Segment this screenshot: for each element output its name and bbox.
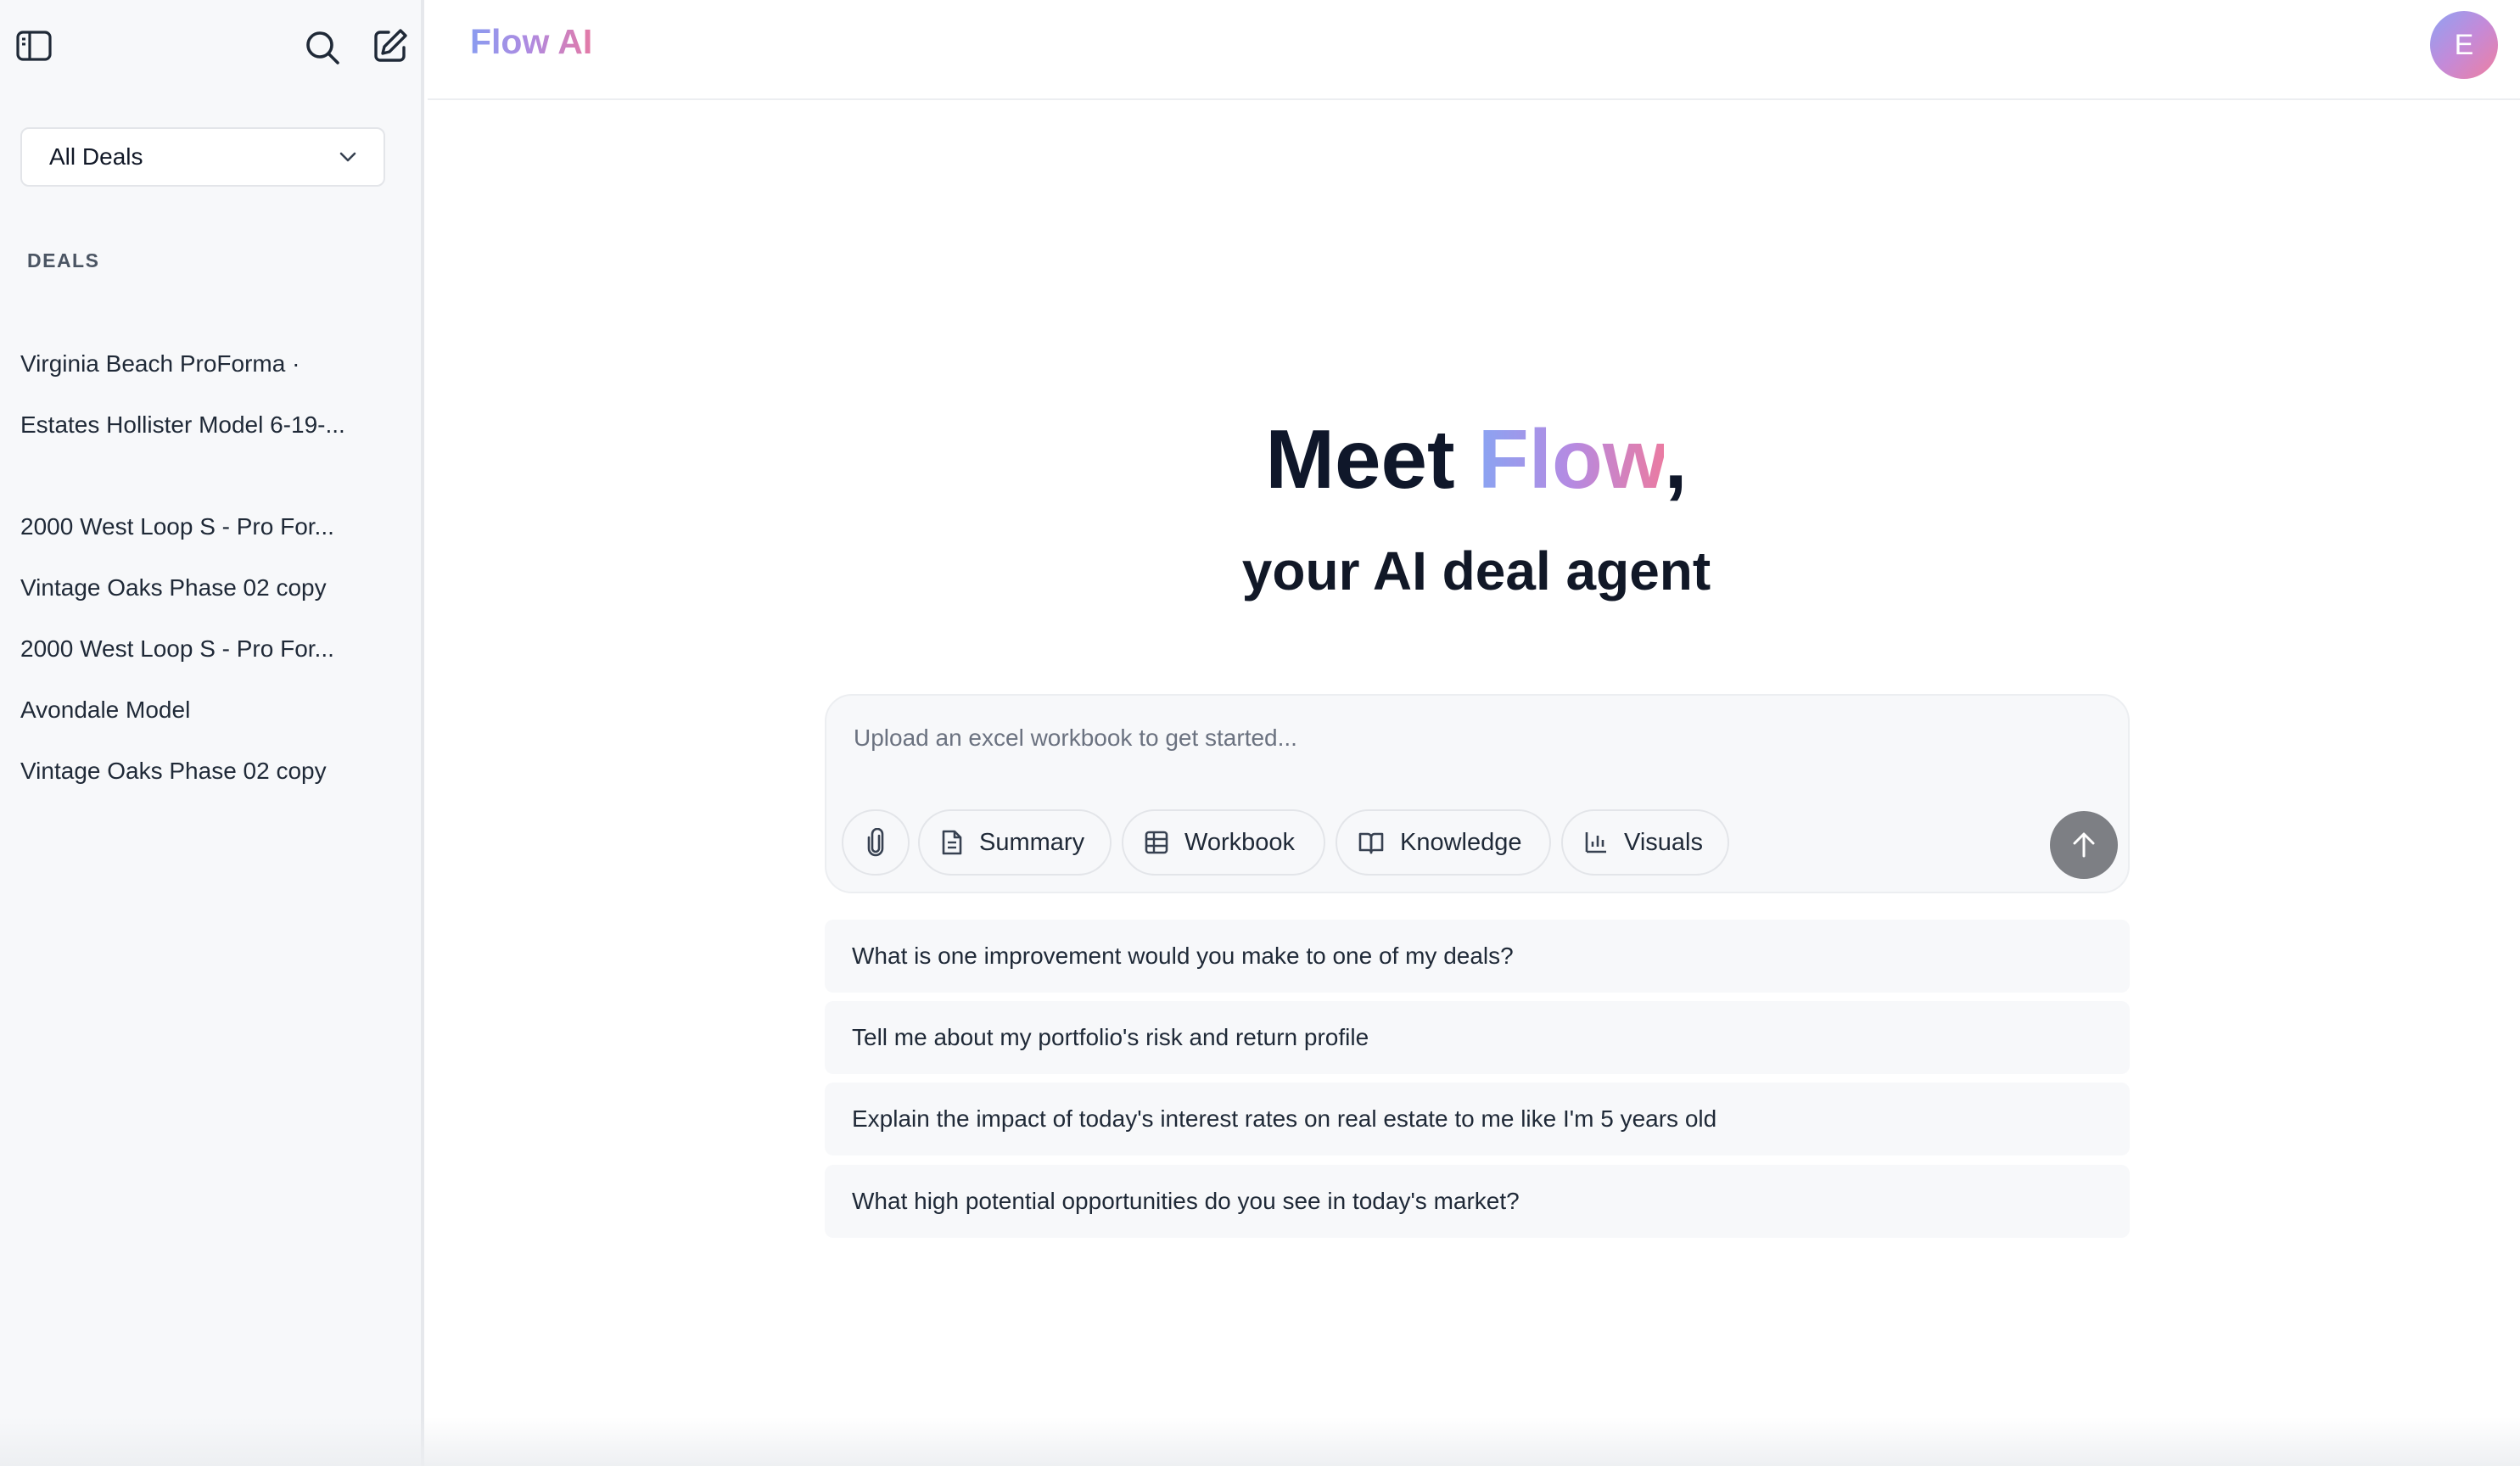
suggestion-prompt[interactable]: Explain the impact of today's interest r… bbox=[825, 1083, 2130, 1155]
new-chat-button[interactable] bbox=[368, 24, 412, 68]
deal-list-item[interactable]: 2000 West Loop S - Pro For... bbox=[20, 635, 394, 663]
paperclip-icon bbox=[867, 828, 884, 857]
hero-subtitle: your AI deal agent bbox=[1241, 540, 1711, 602]
sidebar: All Deals DEALS Virginia Beach ProForma … bbox=[0, 0, 424, 1466]
knowledge-chip[interactable]: Knowledge bbox=[1336, 809, 1551, 876]
deal-list-item[interactable]: Virginia Beach ProForma · bbox=[20, 350, 394, 378]
attach-button[interactable] bbox=[842, 809, 910, 876]
chat-composer: Summary Workbook Knowledge Visuals bbox=[825, 694, 2130, 893]
search-button[interactable] bbox=[300, 25, 344, 70]
compose-icon bbox=[374, 29, 407, 62]
top-bar: Flow AI bbox=[428, 0, 2520, 100]
hero-title-suffix: , bbox=[1664, 412, 1688, 506]
deals-section-label: DEALS bbox=[27, 249, 100, 271]
bottom-fade bbox=[0, 1417, 2520, 1466]
visuals-chip-label: Visuals bbox=[1624, 828, 1703, 856]
hero-title-highlight: Flow bbox=[1477, 412, 1665, 506]
chevron-down-icon bbox=[339, 152, 356, 162]
table-icon bbox=[1145, 831, 1168, 854]
document-icon bbox=[942, 830, 962, 855]
workbook-chip[interactable]: Workbook bbox=[1122, 809, 1325, 876]
search-icon bbox=[306, 31, 339, 64]
suggestion-prompt[interactable]: What is one improvement would you make t… bbox=[825, 920, 2130, 993]
sidebar-toolbar bbox=[0, 0, 421, 92]
suggestion-text: Tell me about my portfolio's risk and re… bbox=[852, 1024, 1369, 1050]
book-icon bbox=[1358, 832, 1384, 854]
suggestion-prompt[interactable]: What high potential opportunities do you… bbox=[825, 1165, 2130, 1238]
deal-list-item[interactable]: Estates Hollister Model 6-19-... bbox=[20, 411, 394, 439]
workbook-chip-label: Workbook bbox=[1184, 828, 1296, 856]
brand-logo[interactable]: Flow AI bbox=[470, 22, 592, 62]
suggestion-text: What high potential opportunities do you… bbox=[852, 1188, 1520, 1214]
suggestion-text: What is one improvement would you make t… bbox=[852, 943, 1514, 969]
chat-input[interactable] bbox=[854, 725, 2041, 752]
user-avatar[interactable]: E bbox=[2430, 11, 2498, 79]
avatar-initial: E bbox=[2454, 28, 2474, 61]
bar-chart-icon bbox=[1585, 832, 1606, 853]
deal-list-item[interactable]: Vintage Oaks Phase 02 copy bbox=[20, 758, 394, 785]
sidebar-toggle-icon bbox=[16, 31, 52, 61]
suggestion-text: Explain the impact of today's interest r… bbox=[852, 1105, 1717, 1132]
toggle-sidebar-button[interactable] bbox=[14, 25, 54, 66]
deal-list-item[interactable]: 2000 West Loop S - Pro For... bbox=[20, 513, 394, 540]
hero-title-prefix: Meet bbox=[1265, 412, 1478, 506]
summary-chip[interactable]: Summary bbox=[918, 809, 1112, 876]
knowledge-chip-label: Knowledge bbox=[1400, 828, 1522, 856]
deal-filter-select[interactable]: All Deals bbox=[20, 127, 385, 187]
deal-list-item[interactable]: Vintage Oaks Phase 02 copy bbox=[20, 574, 394, 602]
suggestion-prompt[interactable]: Tell me about my portfolio's risk and re… bbox=[825, 1001, 2130, 1074]
deal-list-item[interactable]: Avondale Model bbox=[20, 697, 394, 724]
hero-title: Meet Flow, bbox=[925, 412, 2028, 506]
deal-filter-value: All Deals bbox=[49, 143, 143, 170]
summary-chip-label: Summary bbox=[979, 828, 1085, 856]
send-button[interactable] bbox=[2050, 811, 2118, 879]
arrow-up-icon bbox=[2073, 832, 2095, 858]
visuals-chip[interactable]: Visuals bbox=[1561, 809, 1729, 876]
